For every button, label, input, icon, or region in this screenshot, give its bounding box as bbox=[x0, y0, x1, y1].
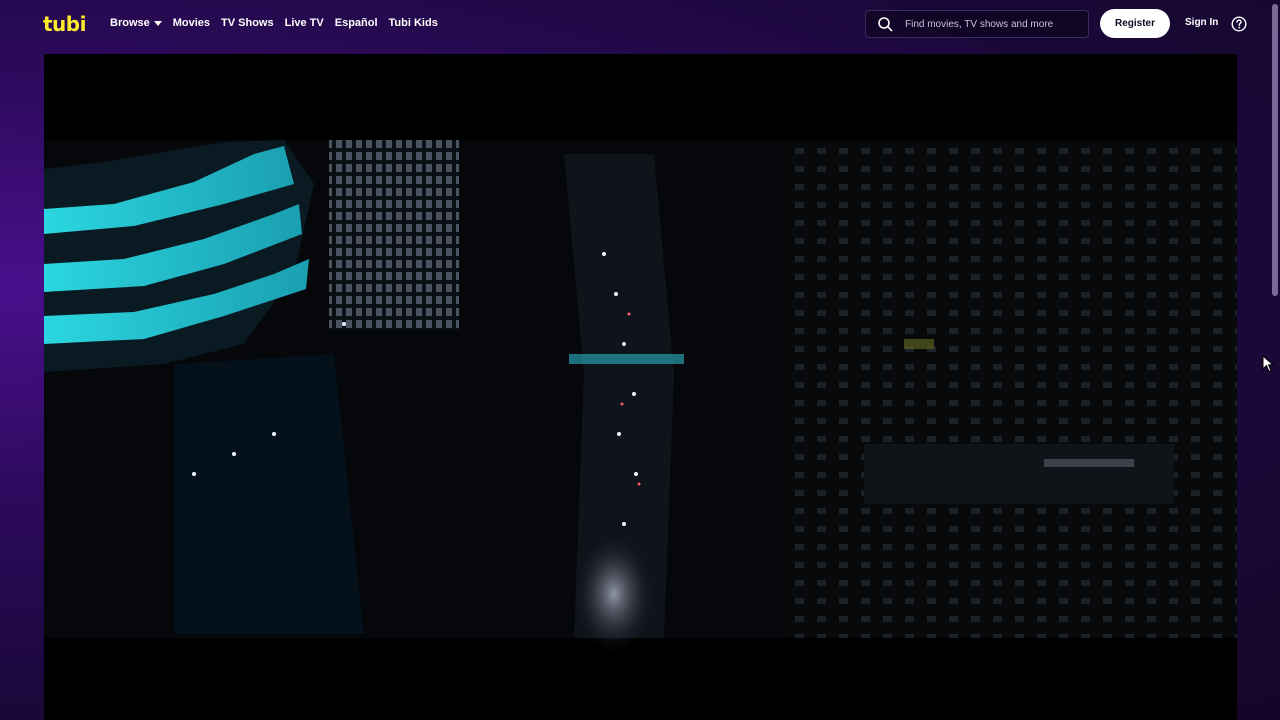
video-player[interactable] bbox=[44, 54, 1237, 720]
nav-movies[interactable]: Movies bbox=[173, 16, 210, 30]
search-icon[interactable] bbox=[877, 16, 893, 32]
nav-browse-label: Browse bbox=[110, 17, 150, 29]
scrollbar-thumb[interactable] bbox=[1272, 4, 1278, 296]
nav-espanol[interactable]: Español bbox=[335, 16, 378, 30]
nav-browse[interactable]: Browse bbox=[110, 16, 162, 30]
main-nav: Browse Movies TV Shows Live TV Español T… bbox=[110, 16, 449, 30]
tubi-logo[interactable]: tubi bbox=[43, 14, 86, 34]
help-circle-icon[interactable] bbox=[1231, 16, 1247, 32]
chevron-down-icon bbox=[153, 20, 162, 26]
search-input[interactable] bbox=[905, 18, 1085, 30]
search-box[interactable] bbox=[865, 10, 1089, 38]
top-nav: tubi Browse Movies TV Shows Live TV Espa… bbox=[0, 0, 1280, 48]
register-button[interactable]: Register bbox=[1100, 9, 1170, 38]
nav-tv-shows[interactable]: TV Shows bbox=[221, 16, 274, 30]
nav-tubi-kids[interactable]: Tubi Kids bbox=[389, 16, 438, 30]
video-frame bbox=[44, 54, 1237, 720]
mouse-cursor-icon bbox=[1262, 355, 1274, 373]
nav-live-tv[interactable]: Live TV bbox=[285, 16, 324, 30]
sign-in-link[interactable]: Sign In bbox=[1185, 17, 1218, 28]
